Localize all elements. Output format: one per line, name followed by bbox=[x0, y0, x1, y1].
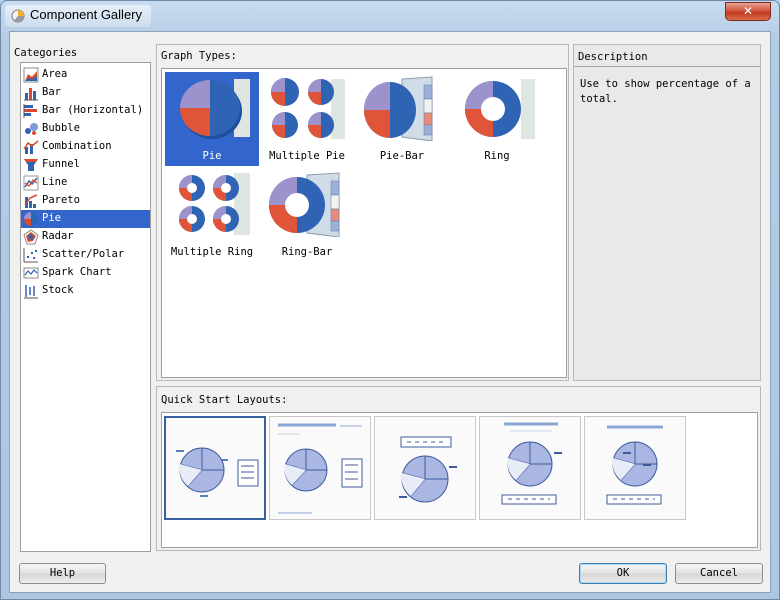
graph-type-pie-bar[interactable]: Pie-Bar bbox=[355, 72, 449, 166]
description-label: Description bbox=[578, 51, 648, 63]
category-item-pareto[interactable]: Pareto bbox=[21, 192, 150, 210]
category-label: Bar (Horizontal) bbox=[42, 104, 144, 116]
category-item-combination[interactable]: Combination bbox=[21, 138, 150, 156]
funnel-chart-icon bbox=[24, 159, 38, 171]
category-item-pie[interactable]: Pie bbox=[21, 210, 150, 228]
category-item-line[interactable]: Line bbox=[21, 174, 150, 192]
category-label: Combination bbox=[42, 140, 112, 152]
category-item-bar[interactable]: Bar bbox=[21, 84, 150, 102]
stock-chart-icon bbox=[24, 285, 38, 299]
layout-pie-compact-icon bbox=[606, 425, 663, 505]
pie-thumbnail-icon bbox=[180, 79, 250, 139]
layout-title-legend-right[interactable] bbox=[269, 416, 371, 520]
area-chart-icon bbox=[23, 67, 39, 83]
categories-label: Categories bbox=[14, 47, 77, 59]
category-item-spark-chart[interactable]: Spark Chart bbox=[21, 264, 150, 282]
category-item-scatter-polar[interactable]: Scatter/Polar bbox=[21, 246, 150, 264]
layout-legend-right[interactable] bbox=[164, 416, 266, 520]
layout-legend-top[interactable] bbox=[374, 416, 476, 520]
category-label: Pie bbox=[42, 212, 61, 224]
category-label: Line bbox=[42, 176, 68, 188]
category-item-area[interactable]: Area bbox=[21, 66, 150, 84]
title-bar[interactable]: Component Gallery ✕ bbox=[1, 1, 779, 31]
ring-thumbnail-icon bbox=[465, 79, 535, 139]
layout-pie-legend-top-icon bbox=[399, 436, 457, 503]
ring-bar-thumbnail-icon bbox=[269, 172, 340, 237]
graph-types-label: Graph Types: bbox=[161, 50, 237, 62]
layout-pie-title-legend-bottom-icon bbox=[501, 422, 562, 505]
category-item-stock[interactable]: Stock bbox=[21, 282, 150, 300]
category-label: Scatter/Polar bbox=[42, 248, 125, 260]
scatter-chart-icon bbox=[23, 248, 38, 263]
pie-bar-thumbnail-icon bbox=[364, 76, 433, 141]
radar-chart-icon bbox=[23, 229, 39, 245]
category-label: Funnel bbox=[42, 158, 80, 170]
ok-button[interactable]: OK bbox=[579, 563, 667, 584]
category-label: Spark Chart bbox=[42, 266, 112, 278]
pie-chart-icon bbox=[24, 212, 38, 226]
description-panel: Description Use to show percentage of a … bbox=[573, 44, 761, 381]
graph-type-pie[interactable]: Pie bbox=[165, 72, 259, 166]
multiple-pie-thumbnail-icon bbox=[271, 78, 345, 139]
categories-label-text: Categories bbox=[14, 47, 78, 59]
quick-start-layouts bbox=[161, 412, 758, 548]
graph-type-ring-bar[interactable]: Ring-Bar bbox=[260, 168, 354, 262]
category-label: Pareto bbox=[42, 194, 80, 206]
description-text: Use to show percentage of a total. bbox=[580, 78, 751, 105]
cancel-button[interactable]: Cancel bbox=[675, 563, 763, 584]
category-label: Bubble bbox=[42, 122, 80, 134]
category-item-bubble[interactable]: Bubble bbox=[21, 120, 150, 138]
layout-pie-legend-right-icon bbox=[176, 447, 259, 497]
category-item-funnel[interactable]: Funnel bbox=[21, 156, 150, 174]
category-label: Area bbox=[42, 68, 68, 80]
spark-chart-icon bbox=[23, 267, 39, 279]
bar-chart-icon bbox=[24, 88, 38, 101]
quick-start-label: Quick Start Layouts: bbox=[161, 394, 288, 406]
category-item-bar-horizontal[interactable]: Bar (Horizontal) bbox=[21, 102, 150, 120]
window-title: Component Gallery bbox=[30, 7, 142, 22]
graph-type-ring[interactable]: Ring bbox=[450, 72, 544, 166]
multiple-ring-thumbnail-icon bbox=[179, 173, 250, 235]
graph-type-multiple-pie[interactable]: Multiple Pie bbox=[260, 72, 354, 166]
category-label: Radar bbox=[42, 230, 74, 242]
layout-pie-title-legend-right-icon bbox=[278, 423, 363, 514]
category-item-radar[interactable]: Radar bbox=[21, 228, 150, 246]
description-divider bbox=[574, 66, 760, 67]
graph-type-multiple-ring[interactable]: Multiple Ring bbox=[165, 168, 259, 262]
pareto-chart-icon bbox=[24, 194, 38, 208]
line-chart-icon bbox=[23, 175, 39, 191]
horizontal-bar-chart-icon bbox=[23, 104, 37, 118]
categories-list[interactable]: Area Bar Bar (Horizontal) Bubble Combination… bbox=[20, 62, 151, 552]
close-button[interactable]: ✕ bbox=[725, 2, 771, 21]
category-label: Bar bbox=[42, 86, 61, 98]
component-gallery-window: Component Gallery ✕ Categories Area Bar Ba… bbox=[0, 0, 780, 600]
bubble-chart-icon bbox=[25, 123, 38, 135]
combination-chart-icon bbox=[23, 140, 39, 154]
layout-title-legend-bottom[interactable] bbox=[479, 416, 581, 520]
graph-type-label: Ring bbox=[484, 150, 510, 162]
graph-types-grid: Pie Multiple Pie Pie-Bar Ring Multiple R… bbox=[161, 68, 567, 378]
gallery-app-icon bbox=[11, 9, 25, 23]
layout-title-legend-bottom-compact[interactable] bbox=[584, 416, 686, 520]
dialog-body: Categories Area Bar Bar (Horizontal) Bubble… bbox=[9, 31, 771, 593]
graph-type-label: Ring-Bar bbox=[281, 246, 333, 258]
category-label: Stock bbox=[42, 284, 74, 296]
help-button[interactable]: Help bbox=[19, 563, 106, 584]
